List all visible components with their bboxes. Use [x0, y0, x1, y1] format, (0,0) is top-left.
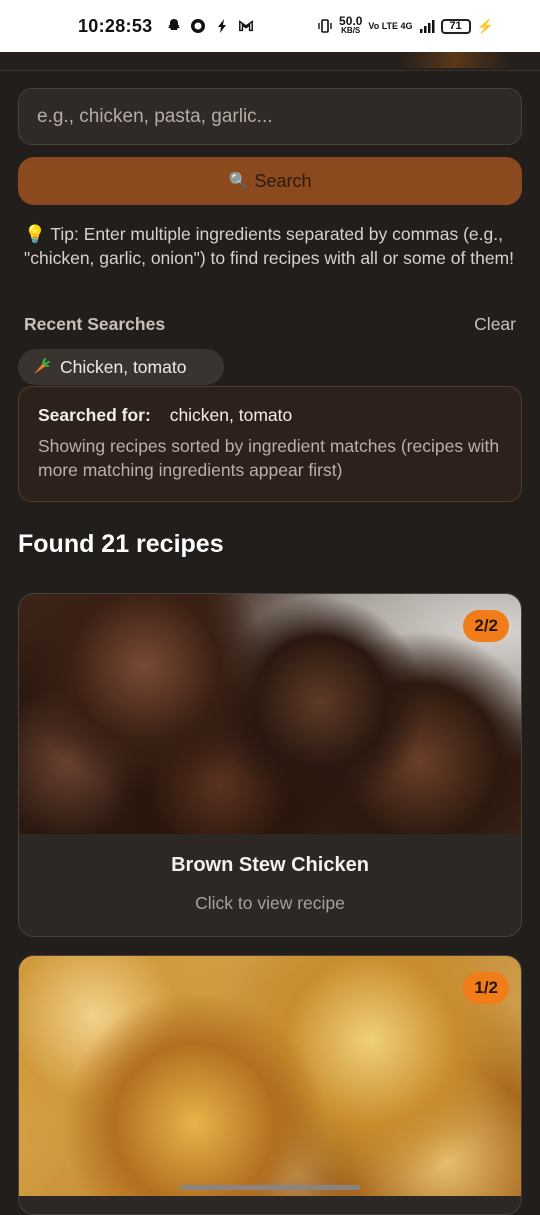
app-circle-icon: [190, 18, 206, 34]
recipe-image: 1/2: [19, 956, 521, 1196]
search-sort-description: Showing recipes sorted by ingredient mat…: [38, 436, 500, 480]
status-bar: 10:28:53 50.0 KB/S Vo LTE 4G 71 ⚡: [0, 0, 540, 52]
network-speed-unit: KB/S: [341, 26, 361, 35]
searched-query: chicken, tomato: [169, 405, 293, 425]
clear-recent-button[interactable]: Clear: [474, 314, 516, 335]
battery-indicator: 71: [440, 18, 471, 34]
match-badge: 2/2: [463, 610, 509, 642]
results-count: Found 21 recipes: [18, 530, 224, 558]
charging-icon: ⚡: [476, 17, 494, 34]
network-speed: 50.0 KB/S: [339, 14, 363, 36]
system-indicators: 50.0 KB/S Vo LTE 4G 71 ⚡: [317, 14, 494, 36]
gmail-icon: [238, 18, 254, 34]
recipe-image: 2/2: [19, 594, 521, 834]
search-icon: 🔍: [228, 173, 249, 190]
carrot-icon: [30, 356, 52, 378]
vibrate-icon: [317, 18, 333, 34]
recent-searches-title: Recent Searches: [24, 314, 166, 334]
ingredient-search-input[interactable]: [18, 88, 522, 145]
recent-search-chip[interactable]: Chicken, tomato: [18, 349, 224, 385]
home-indicator[interactable]: [180, 1185, 360, 1190]
search-button-label: Search: [254, 170, 312, 191]
notification-icons: [166, 18, 254, 34]
searched-for-label: Searched for:: [38, 405, 151, 425]
recipe-card[interactable]: 1/2: [18, 955, 522, 1215]
snapchat-icon: [166, 18, 182, 34]
signal-icon: [419, 18, 435, 34]
network-type: Vo LTE 4G: [368, 21, 413, 31]
recipe-title: Brown Stew Chicken: [171, 854, 369, 876]
network-speed-value: 50.0: [339, 14, 363, 28]
search-summary-box: Searched for: chicken, tomato Showing re…: [18, 386, 522, 502]
match-badge: 1/2: [463, 972, 509, 1004]
app-header-edge: [0, 52, 540, 71]
search-button[interactable]: 🔍 Search: [18, 157, 522, 205]
status-time: 10:28:53: [78, 15, 153, 36]
bolt-notification-icon: [214, 18, 230, 34]
recipe-view-hint: Click to view recipe: [195, 893, 345, 913]
search-tip: 💡 Tip: Enter multiple ingredients separa…: [24, 224, 514, 268]
recipe-card[interactable]: 2/2 Brown Stew Chicken Click to view rec…: [18, 593, 522, 937]
recent-search-chip-label: Chicken, tomato: [60, 356, 187, 377]
